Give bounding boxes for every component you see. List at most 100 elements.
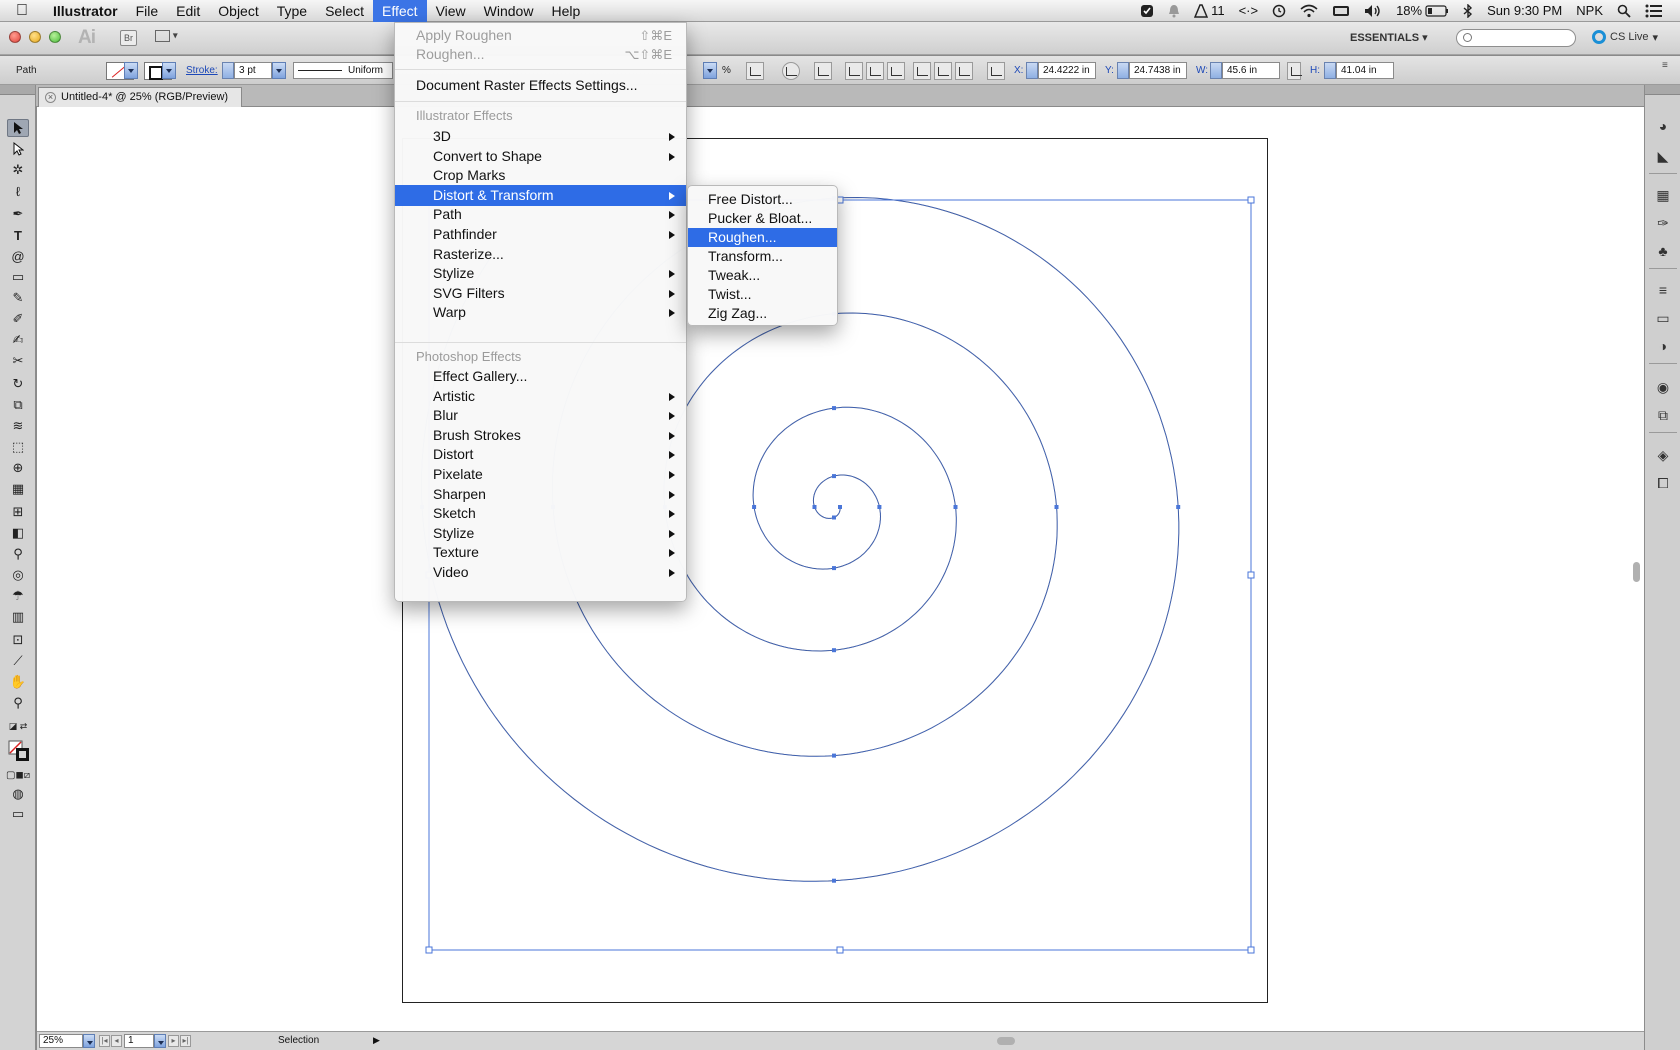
fill-dropdown[interactable] bbox=[124, 62, 138, 79]
spiral-tool-icon[interactable]: @ bbox=[7, 247, 29, 265]
anchor-point[interactable] bbox=[953, 505, 958, 509]
free-transform-tool-icon[interactable]: ⬚ bbox=[7, 438, 29, 456]
height-stepper[interactable] bbox=[1324, 62, 1336, 79]
gradient-panel-icon[interactable]: ▭ bbox=[1654, 309, 1672, 327]
time-machine-icon[interactable] bbox=[1265, 4, 1293, 18]
menu-type[interactable]: Type bbox=[268, 0, 316, 22]
cs-live-button[interactable]: CS Live ▾ bbox=[1592, 30, 1658, 44]
opacity-dropdown[interactable] bbox=[703, 62, 717, 79]
height-input[interactable]: 41.04 in bbox=[1336, 62, 1394, 79]
submenu-free-distort-item[interactable]: Free Distort... bbox=[688, 190, 837, 209]
color-panel-icon[interactable]: ◕ bbox=[1654, 117, 1672, 135]
mesh-tool-icon[interactable]: ⊞ bbox=[7, 503, 29, 521]
pen-tool-icon[interactable]: ✒ bbox=[7, 205, 29, 223]
horizontal-scroll-thumb[interactable] bbox=[997, 1037, 1015, 1045]
stroke-panel-link[interactable]: Stroke: bbox=[186, 65, 218, 76]
artboard-tool-icon[interactable]: ⊡ bbox=[7, 631, 29, 649]
swatches-panel-icon[interactable]: ▦ bbox=[1654, 186, 1672, 204]
document-tab[interactable]: × Untitled-4* @ 25% (RGB/Preview) bbox=[38, 87, 242, 107]
bridge-button[interactable]: Br bbox=[120, 30, 137, 46]
transparency-panel-icon[interactable]: ◑ bbox=[1654, 337, 1672, 355]
illustrator-effect-pathfinder-item[interactable]: Pathfinder bbox=[395, 224, 686, 245]
layers-panel-icon[interactable]: ◈ bbox=[1654, 446, 1672, 464]
blend-tool-icon[interactable]: ◎ bbox=[7, 566, 29, 584]
reference-point-icon[interactable] bbox=[987, 62, 1005, 80]
previous-artboard-button[interactable]: ◂ bbox=[111, 1035, 122, 1047]
recolor-artwork-icon[interactable] bbox=[746, 62, 764, 80]
last-artboard-button[interactable]: ▸| bbox=[180, 1035, 191, 1047]
illustrator-effect-crop-marks-item[interactable]: Crop Marks bbox=[395, 165, 686, 186]
first-artboard-button[interactable]: |◂ bbox=[99, 1035, 110, 1047]
user-name[interactable]: NPK bbox=[1569, 0, 1610, 22]
anchor-point[interactable] bbox=[838, 505, 842, 509]
help-search-input[interactable] bbox=[1456, 29, 1576, 47]
submenu-tweak-item[interactable]: Tweak... bbox=[688, 266, 837, 285]
x-input[interactable]: 24.4222 in bbox=[1038, 62, 1096, 79]
zoom-dropdown[interactable] bbox=[83, 1034, 95, 1048]
photoshop-effect-stylize-item[interactable]: Stylize bbox=[395, 523, 686, 544]
rectangle-tool-icon[interactable]: ▭ bbox=[7, 268, 29, 286]
anchor-point[interactable] bbox=[1176, 505, 1181, 509]
magic-wand-tool-icon[interactable]: ✲ bbox=[7, 161, 29, 179]
scale-tool-icon[interactable]: ⧉ bbox=[7, 396, 29, 414]
code-icon[interactable]: <·> bbox=[1232, 0, 1266, 22]
last-effect-item[interactable]: Roughen... ⌥⇧⌘E bbox=[395, 44, 686, 65]
spiral-artwork[interactable] bbox=[37, 107, 1644, 1031]
illustrator-effect-warp-item[interactable]: Warp bbox=[395, 302, 686, 323]
shape-builder-tool-icon[interactable]: ⊕ bbox=[7, 459, 29, 477]
menu-effect[interactable]: Effect bbox=[373, 0, 427, 22]
appearance-panel-icon[interactable]: ◉ bbox=[1654, 378, 1672, 396]
stroke-weight-stepper[interactable] bbox=[222, 62, 234, 79]
vertical-scroll-thumb[interactable] bbox=[1633, 562, 1640, 582]
menu-view[interactable]: View bbox=[427, 0, 475, 22]
zoom-tool-icon[interactable]: ⚲ bbox=[7, 694, 29, 712]
symbols-panel-icon[interactable]: ♣ bbox=[1654, 242, 1672, 260]
anchor-point[interactable] bbox=[752, 505, 757, 509]
menu-help[interactable]: Help bbox=[542, 0, 589, 22]
lasso-tool-icon[interactable]: ℓ bbox=[7, 182, 29, 200]
y-stepper[interactable] bbox=[1117, 62, 1129, 79]
stroke-panel-icon[interactable]: ≡ bbox=[1654, 281, 1672, 299]
align-to-icon[interactable] bbox=[814, 62, 832, 80]
symbol-sprayer-tool-icon[interactable]: ☂ bbox=[7, 587, 29, 605]
photoshop-effect-video-item[interactable]: Video bbox=[395, 562, 686, 583]
artboards-panel-icon[interactable]: ⧠ bbox=[1654, 474, 1672, 492]
gradient-tool-icon[interactable]: ◧ bbox=[7, 524, 29, 542]
battery-status[interactable]: 18% bbox=[1389, 0, 1456, 22]
anchor-point[interactable] bbox=[812, 505, 817, 509]
status-menu-arrow-icon[interactable]: ▶ bbox=[373, 1035, 380, 1046]
bounding-box-handle[interactable] bbox=[1247, 571, 1255, 579]
zoom-level-input[interactable]: 25% bbox=[39, 1034, 83, 1048]
color-mode-icons[interactable]: ▢◼⧄ bbox=[6, 766, 30, 784]
minimize-window-button[interactable] bbox=[29, 31, 41, 43]
tools-panel-grip[interactable] bbox=[0, 85, 35, 95]
illustrator-effect-stylize-item[interactable]: Stylize bbox=[395, 263, 686, 284]
anchor-point[interactable] bbox=[877, 505, 882, 509]
stroke-weight-input[interactable]: 3 pt bbox=[234, 62, 272, 79]
illustrator-effect-distort-transform-item[interactable]: Distort & Transform bbox=[395, 184, 686, 206]
anchor-point[interactable] bbox=[832, 474, 836, 479]
workspace-switcher[interactable]: ESSENTIALS ▾ bbox=[1350, 31, 1428, 44]
column-graph-tool-icon[interactable]: ▥ bbox=[7, 608, 29, 626]
direct-selection-tool-icon[interactable] bbox=[7, 140, 29, 158]
menu-file[interactable]: File bbox=[127, 0, 168, 22]
dock-grip[interactable] bbox=[1645, 85, 1680, 95]
perspective-grid-tool-icon[interactable]: ▦ bbox=[7, 480, 29, 498]
screen-mode-icon[interactable]: ▭ bbox=[7, 805, 29, 823]
illustrator-effect-3d-item[interactable]: 3D bbox=[395, 126, 686, 147]
photoshop-effect-distort-item[interactable]: Distort bbox=[395, 444, 686, 465]
anchor-point[interactable] bbox=[832, 515, 836, 520]
evernote-icon[interactable] bbox=[1133, 4, 1161, 18]
anchor-point[interactable] bbox=[832, 648, 836, 653]
canvas-area[interactable] bbox=[37, 107, 1644, 1031]
photoshop-effect-sharpen-item[interactable]: Sharpen bbox=[395, 484, 686, 505]
clock[interactable]: Sun 9:30 PM bbox=[1480, 0, 1569, 22]
apple-menu-icon[interactable]:  bbox=[0, 2, 44, 20]
rotate-tool-icon[interactable]: ↻ bbox=[7, 375, 29, 393]
photoshop-effect-artistic-item[interactable]: Artistic bbox=[395, 386, 686, 407]
align-middle-icon[interactable] bbox=[934, 62, 952, 80]
illustrator-effect-convert-to-shape-item[interactable]: Convert to Shape bbox=[395, 146, 686, 167]
illustrator-effect-svg-filters-item[interactable]: SVG Filters bbox=[395, 283, 686, 304]
color-guide-icon[interactable]: ◣ bbox=[1654, 147, 1672, 165]
fill-stroke-indicator[interactable] bbox=[7, 740, 31, 762]
